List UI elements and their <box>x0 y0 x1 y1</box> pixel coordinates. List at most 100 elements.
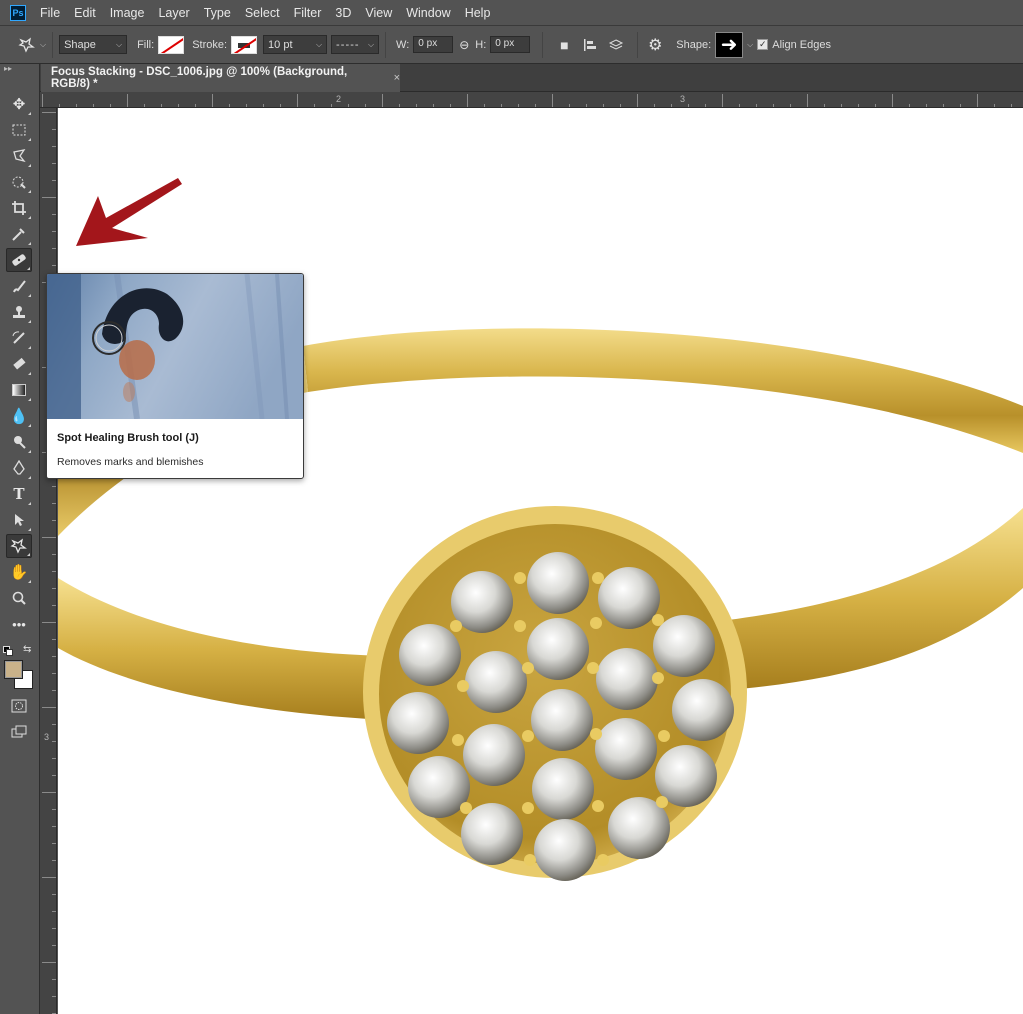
custom-shape-icon <box>18 36 35 53</box>
crop-icon[interactable] <box>6 196 32 220</box>
options-bar: ⌵ Shape ⌵ Fill: Stroke: 10 pt ⌵ - - - - - ⌵… <box>0 26 1023 64</box>
quick-mask-icon[interactable] <box>6 694 32 718</box>
menu-select[interactable]: Select <box>245 6 280 20</box>
fill-swatch[interactable] <box>158 35 185 54</box>
ring-photo <box>58 328 1023 881</box>
more-icon[interactable]: ••• <box>6 612 32 636</box>
menu-3d[interactable]: 3D <box>335 6 351 20</box>
screen-mode-icon[interactable] <box>6 720 32 744</box>
vertical-ruler[interactable]: 3 <box>40 108 57 1014</box>
move-icon[interactable]: ✥ <box>6 92 32 116</box>
menu-bar: Ps File Edit Image Layer Type Select Fil… <box>0 0 1023 26</box>
menu-type[interactable]: Type <box>204 6 231 20</box>
menu-layer[interactable]: Layer <box>158 6 189 20</box>
tooltip-description: Removes marks and blemishes <box>57 456 204 468</box>
stroke-type-select[interactable]: - - - - - ⌵ <box>331 35 380 54</box>
swap-colors-icon[interactable]: ⇆ <box>23 644 31 655</box>
ruler-tick <box>52 265 56 266</box>
stamp-icon[interactable] <box>6 300 32 324</box>
default-colors-icon[interactable] <box>3 646 15 656</box>
ruler-tick <box>212 94 213 107</box>
ruler-tick <box>637 94 638 107</box>
menu-window[interactable]: Window <box>406 6 450 20</box>
menu-image[interactable]: Image <box>110 6 145 20</box>
path-alignment-icon[interactable] <box>579 34 601 56</box>
stroke-swatch[interactable] <box>231 35 258 54</box>
stroke-width-field[interactable]: 10 pt ⌵ <box>263 35 328 54</box>
shape-label: Shape: <box>676 38 712 51</box>
blur-icon[interactable]: 💧 <box>6 404 32 428</box>
height-label: H: <box>475 38 487 51</box>
path-arrangement-icon[interactable] <box>605 34 627 56</box>
type-icon[interactable]: T <box>6 482 32 506</box>
gradient-icon[interactable] <box>6 378 32 402</box>
document-tab[interactable]: Focus Stacking - DSC_1006.jpg @ 100% (Ba… <box>41 64 400 92</box>
tool-mode-select[interactable]: Shape ⌵ <box>59 35 128 54</box>
ruler-label: 3 <box>44 732 50 742</box>
collapse-toolbar-icon[interactable]: ▸▸ <box>4 64 12 73</box>
eraser-icon[interactable] <box>6 352 32 376</box>
tool-preset-picker[interactable] <box>16 34 38 56</box>
document-tab-bar: Focus Stacking - DSC_1006.jpg @ 100% (Ba… <box>40 64 1023 92</box>
ruler-tick <box>42 707 56 708</box>
spot-healing-icon[interactable] <box>6 248 32 272</box>
annotation-arrow-icon <box>76 178 182 246</box>
lasso-icon[interactable] <box>6 144 32 168</box>
dodge-icon[interactable] <box>6 430 32 454</box>
ruler-tick <box>52 741 56 742</box>
height-input[interactable]: 0 px <box>490 36 531 53</box>
ruler-tick <box>127 94 128 107</box>
foreground-color[interactable] <box>4 660 23 679</box>
menu-help[interactable]: Help <box>465 6 491 20</box>
photoshop-logo[interactable]: Ps <box>10 4 26 21</box>
ruler-tick <box>52 129 56 130</box>
ruler-tick <box>52 656 56 657</box>
ruler-tick <box>382 94 383 107</box>
width-input[interactable]: 0 px <box>413 36 454 53</box>
ruler-tick <box>52 639 56 640</box>
ruler-tick <box>52 248 56 249</box>
ruler-tick <box>977 94 978 107</box>
pen-icon[interactable] <box>6 456 32 480</box>
document-canvas[interactable] <box>58 108 1023 1014</box>
ruler-tick <box>42 622 56 623</box>
menu-filter[interactable]: Filter <box>294 6 322 20</box>
shape-picker[interactable]: ➜ <box>715 31 744 58</box>
tools-panel: ▸▸ ✥ 💧 T ✋ ••• ⇆ <box>0 64 40 1014</box>
chevron-down-icon: ⌵ <box>116 39 123 49</box>
ruler-label: 2 <box>336 94 342 104</box>
ruler-tick <box>52 231 56 232</box>
close-tab-icon[interactable]: × <box>394 72 400 84</box>
ruler-tick <box>42 112 56 113</box>
marquee-icon[interactable] <box>6 118 32 142</box>
width-label: W: <box>396 38 410 51</box>
horizontal-ruler[interactable]: 2 3 <box>40 92 1023 108</box>
ruler-tick <box>52 673 56 674</box>
eyedropper-icon[interactable] <box>6 222 32 246</box>
gear-icon[interactable]: ⚙ <box>644 34 666 56</box>
menu-edit[interactable]: Edit <box>74 6 96 20</box>
zoom-icon[interactable] <box>6 586 32 610</box>
path-select-icon[interactable] <box>6 508 32 532</box>
chevron-down-icon[interactable]: ⌵ <box>747 40 753 50</box>
align-edges-checkbox[interactable]: ✓ <box>757 39 769 50</box>
quick-select-icon[interactable] <box>6 170 32 194</box>
chevron-down-icon[interactable]: ⌵ <box>40 40 46 50</box>
ruler-tick <box>52 894 56 895</box>
hand-icon[interactable]: ✋ <box>6 560 32 584</box>
custom-shape-icon[interactable] <box>6 534 32 558</box>
ruler-tick <box>892 94 893 107</box>
options-divider <box>52 31 54 58</box>
ruler-tick <box>52 928 56 929</box>
menu-file[interactable]: File <box>40 6 60 20</box>
options-divider <box>385 31 387 58</box>
path-operations-icon[interactable]: ■ <box>553 34 575 56</box>
brush-icon[interactable] <box>6 274 32 298</box>
ruler-tick <box>52 571 56 572</box>
link-icon[interactable]: ⊖ <box>453 34 475 56</box>
tool-tooltip: Spot Healing Brush tool (J) Removes mark… <box>46 273 304 479</box>
menu-view[interactable]: View <box>365 6 392 20</box>
ruler-tick <box>52 690 56 691</box>
history-brush-icon[interactable] <box>6 326 32 350</box>
ruler-tick <box>52 911 56 912</box>
